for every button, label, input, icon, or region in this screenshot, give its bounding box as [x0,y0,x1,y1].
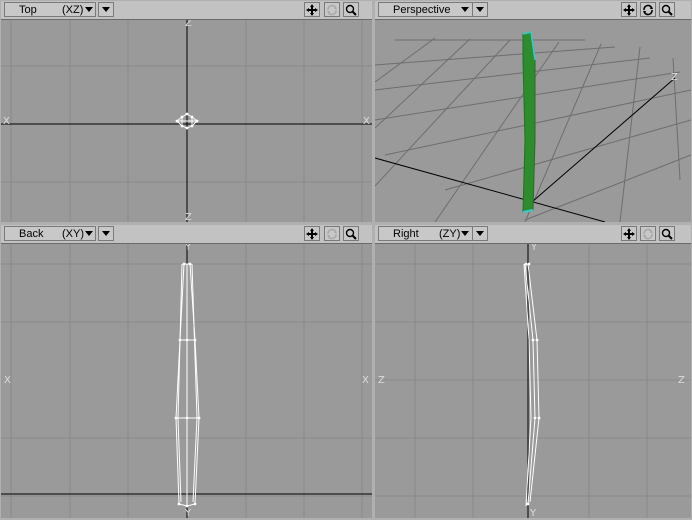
dropdown-arrow-icon [102,7,110,12]
move-icon [306,4,318,16]
axis-label-top: Z [185,20,192,29]
top-view-canvas: X X Z Z [1,20,372,222]
viewport-header: Top (XZ) [1,1,372,20]
rotate-view-button[interactable] [640,226,656,241]
axis-label-top: Y [184,244,192,253]
axis-label-z: Z [671,72,678,83]
wireframe-mesh [175,263,200,507]
zoom-icon [661,4,673,16]
zoom-icon [345,4,357,16]
rotate-icon [327,4,337,16]
zoom-view-button[interactable] [343,2,359,17]
axis-label-bottom: Y [184,508,192,518]
viewport-right[interactable]: Right (ZY) Z Z Y Y [375,225,691,518]
axis-label-top: Y [530,244,538,253]
view-type-dropdown[interactable]: Back (XY) [4,226,96,241]
zoom-view-button[interactable] [659,2,675,17]
view-title: Right [393,228,419,240]
viewport-menu-button[interactable] [472,2,488,17]
rotate-view-button[interactable] [324,226,340,241]
view-type-dropdown[interactable]: Right (ZY) [378,226,473,241]
axis-label-right: Z [678,375,685,386]
viewport-menu-button[interactable] [472,226,488,241]
view-plane-label: (XZ) [62,4,84,16]
zoom-view-button[interactable] [659,226,675,241]
wireframe-mesh [523,263,540,507]
axis-label-bottom: Z [185,212,192,222]
view-plane-label: (XY) [62,228,84,240]
view-title: Perspective [393,4,451,16]
view-title: Back [19,228,44,240]
move-view-button[interactable] [304,226,320,241]
rotate-view-button[interactable] [640,2,656,17]
move-icon [306,228,318,240]
viewport-canvas[interactable]: Z [375,20,691,222]
rotate-icon [643,228,653,240]
view-title: Top [19,4,37,16]
axis-label-right: X [362,375,369,386]
back-view-canvas: X X Y Y [1,244,372,518]
axis-label-left: Z [378,375,385,386]
viewport-top[interactable]: Top (XZ) X X Z Z [1,1,372,222]
dropdown-arrow-icon [476,231,484,236]
view-type-dropdown[interactable]: Top (XZ) [4,2,96,17]
move-view-button[interactable] [304,2,320,17]
rotate-icon [327,228,337,240]
dropdown-arrow-icon [85,231,93,236]
leaf-mesh [522,31,536,213]
axis-label-right: X [363,116,370,127]
viewport-canvas[interactable]: Z Z Y Y [375,244,691,518]
viewport-canvas[interactable]: X X Y Y [1,244,372,518]
axis-label-bottom: Y [529,508,537,518]
move-view-button[interactable] [621,2,637,17]
axis-label-left: X [4,375,11,386]
dropdown-arrow-icon [85,7,93,12]
viewport-canvas[interactable]: X X Z Z [1,20,372,222]
viewport-back[interactable]: Back (XY) X X Y Y [1,225,372,518]
view-plane-label: (ZY) [439,228,461,240]
viewport-header: Back (XY) [1,225,372,244]
viewport-perspective[interactable]: Perspective Z [375,1,691,222]
move-icon [623,228,635,240]
move-icon [623,4,635,16]
move-view-button[interactable] [621,226,637,241]
view-type-dropdown[interactable]: Perspective [378,2,473,17]
dropdown-arrow-icon [102,231,110,236]
rotate-icon [643,4,653,16]
viewport-menu-button[interactable] [98,2,114,17]
zoom-view-button[interactable] [343,226,359,241]
dropdown-arrow-icon [461,7,469,12]
dropdown-arrow-icon [476,7,484,12]
rotate-view-button[interactable] [324,2,340,17]
right-view-canvas: Z Z Y Y [375,244,691,518]
viewport-header: Perspective [375,1,691,20]
axis-label-left: X [3,116,10,127]
zoom-icon [345,228,357,240]
perspective-canvas: Z [375,31,691,222]
zoom-icon [661,228,673,240]
viewport-menu-button[interactable] [98,226,114,241]
viewport-header: Right (ZY) [375,225,691,244]
dropdown-arrow-icon [461,231,469,236]
